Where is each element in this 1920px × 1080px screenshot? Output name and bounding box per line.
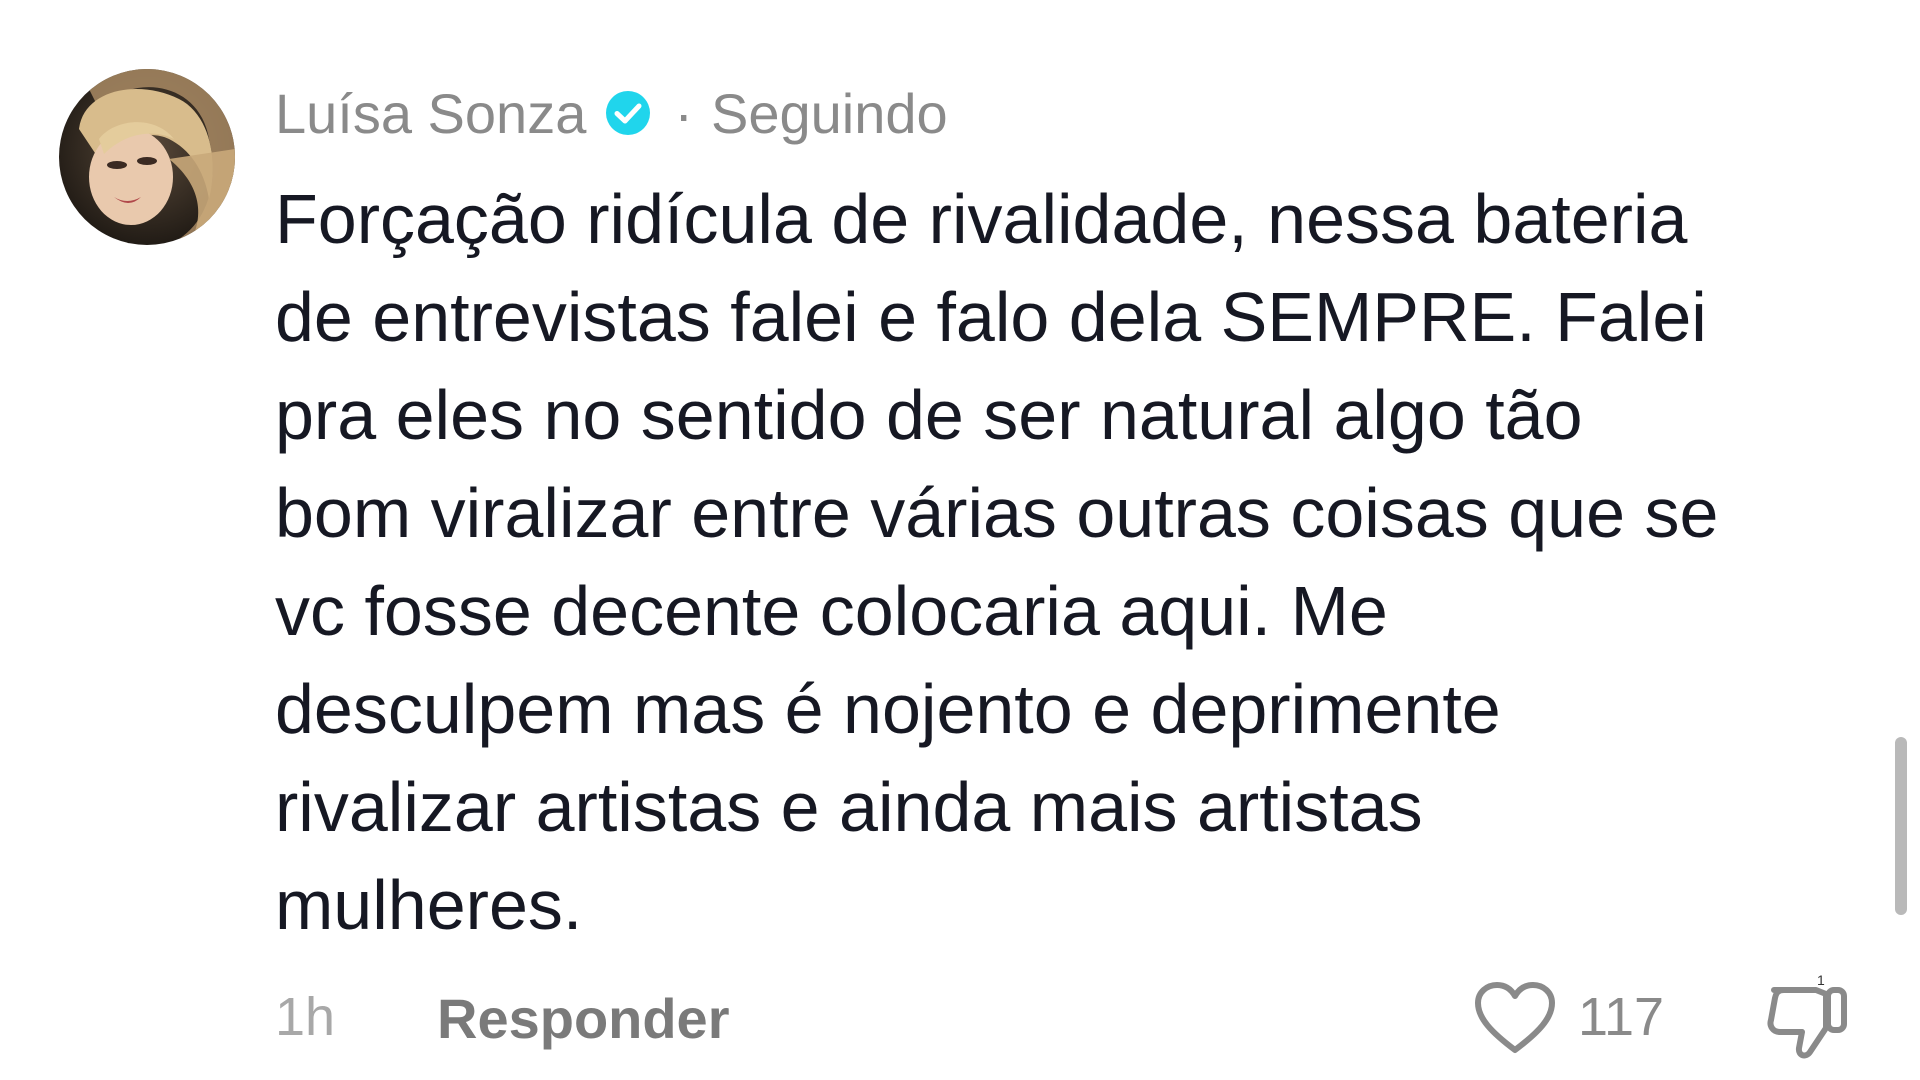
timestamp: 1h [275,987,336,1047]
comment-line: desculpem mas é nojento e deprimente [275,670,1501,748]
avatar-image [59,69,235,245]
heart-outline-icon[interactable] [1473,980,1557,1056]
author-name[interactable]: Luísa Sonza [275,81,586,146]
separator-dot: · [674,81,693,145]
scrollbar[interactable] [1895,737,1907,915]
avatar[interactable] [59,69,235,245]
comment-line: rivalizar artistas e ainda mais artistas [275,768,1423,846]
thumbs-down-icon[interactable] [1764,980,1850,1062]
like-count: 117 [1578,987,1665,1047]
dislike-badge: 1 [1817,972,1825,988]
comment-line: pra eles no sentido de ser natural algo … [275,376,1583,454]
follow-status: Seguindo [711,81,948,145]
comment-footer: 1h Responder 117 [0,980,1920,1060]
comment-line: vc fosse decente colocaria aqui. Me [275,572,1388,650]
reply-button[interactable]: Responder [437,986,730,1051]
verified-check-icon [604,89,652,137]
comment-item: Luísa Sonza · Seguindo Forçação ridícula… [0,0,1920,1080]
comment-line: bom viralizar entre várias outras coisas… [275,474,1719,552]
comment-text: Forçação ridícula de rivalidade, nessa b… [275,170,1875,954]
comment-line: Forçação ridícula de rivalidade, nessa b… [275,180,1688,258]
comment-header: Luísa Sonza · Seguindo [275,78,948,148]
comment-line: de entrevistas falei e falo dela SEMPRE.… [275,278,1707,356]
comment-line: mulheres. [275,866,583,944]
